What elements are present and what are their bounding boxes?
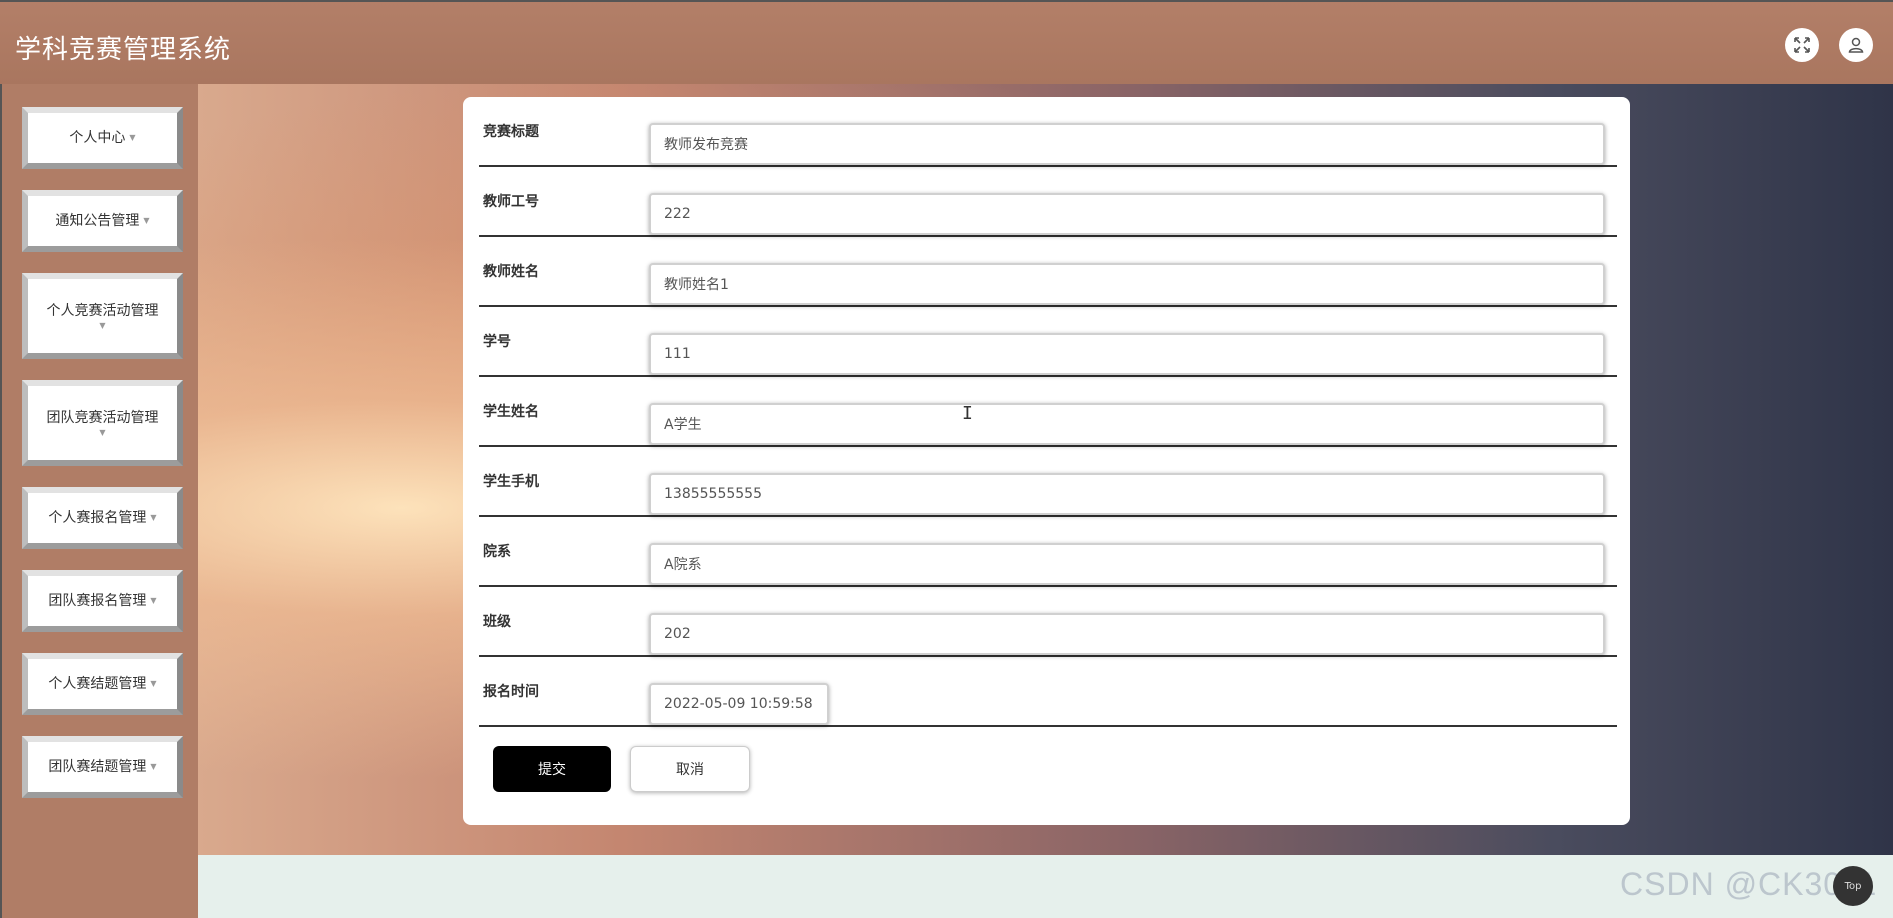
form-row-teacher-name: 教师姓名	[479, 237, 1617, 307]
sidebar-item-label: 团队竞赛活动管理	[46, 410, 159, 426]
sidebar-item-personal-center[interactable]: 个人中心 ▼	[22, 107, 183, 169]
field-label: 教师工号	[483, 194, 539, 210]
cancel-button[interactable]: 取消	[630, 746, 750, 792]
caret-down-icon: ▼	[150, 596, 157, 605]
sidebar-item-team-conclusion[interactable]: 团队赛结题管理 ▼	[22, 736, 183, 798]
field-label: 学生姓名	[483, 404, 539, 420]
caret-down-icon: ▼	[150, 762, 157, 771]
class-input[interactable]	[649, 613, 1605, 655]
caret-down-icon: ▼	[150, 513, 157, 522]
form-row-registration-time: 报名时间	[479, 657, 1617, 727]
form-row-department: 院系	[479, 517, 1617, 587]
teacher-id-input[interactable]	[649, 193, 1605, 235]
registration-form: 竞赛标题 教师工号 教师姓名 学号 学生姓名 学生手机 院系 班级 报名时间	[463, 97, 1630, 825]
registration-time-input[interactable]	[649, 683, 829, 725]
submit-button[interactable]: 提交	[493, 746, 611, 792]
sidebar-item-label: 个人赛结题管理	[48, 676, 147, 692]
student-phone-input[interactable]	[649, 473, 1605, 515]
sidebar-item-notice-management[interactable]: 通知公告管理 ▼	[22, 190, 183, 252]
user-button[interactable]	[1839, 28, 1873, 62]
form-row-student-id: 学号	[479, 307, 1617, 377]
form-row-student-name: 学生姓名	[479, 377, 1617, 447]
sidebar-item-label: 个人赛报名管理	[48, 510, 147, 526]
sidebar-item-team-registration[interactable]: 团队赛报名管理 ▼	[22, 570, 183, 632]
competition-title-input[interactable]	[649, 123, 1605, 165]
user-icon	[1848, 37, 1864, 53]
expand-icon	[1794, 37, 1810, 53]
form-row-teacher-id: 教师工号	[479, 167, 1617, 237]
field-label: 教师姓名	[483, 264, 539, 280]
app-title: 学科竞赛管理系统	[15, 35, 232, 65]
field-label: 学号	[483, 334, 511, 350]
caret-down-icon: ▼	[99, 321, 106, 330]
field-label: 院系	[483, 544, 511, 560]
field-label: 报名时间	[483, 684, 539, 700]
caret-down-icon: ▼	[143, 216, 150, 225]
sidebar-item-individual-registration[interactable]: 个人赛报名管理 ▼	[22, 487, 183, 549]
caret-down-icon: ▼	[150, 679, 157, 688]
field-label: 学生手机	[483, 474, 539, 490]
top-bar: 学科竞赛管理系统	[0, 0, 1893, 84]
sidebar-item-individual-competition[interactable]: 个人竞赛活动管理 ▼	[22, 273, 183, 359]
back-to-top-button[interactable]: Top	[1833, 866, 1873, 906]
caret-down-icon: ▼	[129, 133, 136, 142]
form-row-student-phone: 学生手机	[479, 447, 1617, 517]
form-row-class: 班级	[479, 587, 1617, 657]
student-id-input[interactable]	[649, 333, 1605, 375]
sidebar-item-label: 团队赛结题管理	[48, 759, 147, 775]
department-input[interactable]	[649, 543, 1605, 585]
sidebar-item-label: 团队赛报名管理	[48, 593, 147, 609]
field-label: 竞赛标题	[483, 124, 539, 140]
sidebar-item-label: 通知公告管理	[55, 213, 140, 229]
sidebar-item-label: 个人中心	[69, 130, 126, 146]
student-name-input[interactable]	[649, 403, 1605, 445]
sidebar-item-label: 个人竞赛活动管理	[46, 303, 159, 319]
text-cursor-icon: I	[962, 403, 973, 424]
fullscreen-button[interactable]	[1785, 28, 1819, 62]
sidebar-item-team-competition[interactable]: 团队竞赛活动管理 ▼	[22, 380, 183, 466]
teacher-name-input[interactable]	[649, 263, 1605, 305]
caret-down-icon: ▼	[99, 428, 106, 437]
sidebar: 个人中心 ▼ 通知公告管理 ▼ 个人竞赛活动管理 ▼ 团队竞赛活动管理 ▼ 个人赛报…	[0, 84, 198, 918]
sidebar-item-individual-conclusion[interactable]: 个人赛结题管理 ▼	[22, 653, 183, 715]
form-row-title: 竞赛标题	[479, 97, 1617, 167]
field-label: 班级	[483, 614, 511, 630]
